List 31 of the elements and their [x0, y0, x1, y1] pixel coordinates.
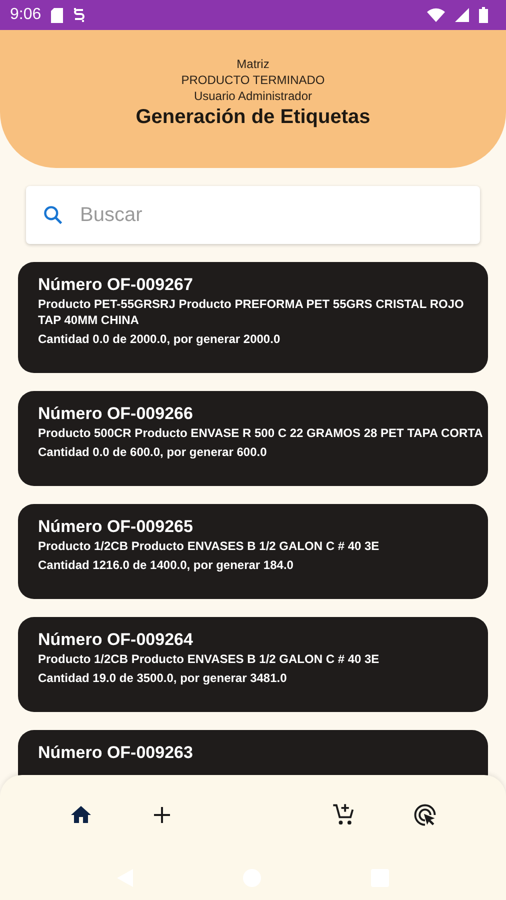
wifi-icon: [427, 8, 445, 22]
order-number: Número OF-009267: [38, 274, 194, 296]
quantity-text: Cantidad 0.0 de 600.0, por generar 600.0: [38, 444, 268, 460]
order-number: Número OF-009265: [38, 516, 194, 538]
order-number: Número OF-009263: [38, 742, 194, 764]
product-text: Producto 500CR Producto ENVASE R 500 C 22 GRAMOS 28 PET TAPA CORTA: [38, 425, 484, 441]
header-line: Matriz: [236, 56, 270, 72]
order-card[interactable]: Número OF-009265 Producto 1/2CB Producto ENVASES B 1/2 GALON C # 40 3E Cantidad 1216.0 de 1400.0, por generar 184.0: [18, 504, 488, 599]
product-text: Producto 1/2CB Producto ENVASES B 1/2 GALON C # 40 3E: [38, 538, 380, 554]
quantity-text: Cantidad 0.0 de 2000.0, por generar 2000.0: [38, 331, 282, 347]
status-time: 9:06: [10, 6, 42, 24]
page-title: Generación de Etiquetas: [136, 106, 370, 129]
search-icon: [42, 204, 64, 226]
signal-icon: [455, 8, 469, 22]
quantity-text: Cantidad 1216.0 de 1400.0, por generar 184.0: [38, 557, 294, 573]
battery-icon: [479, 7, 488, 23]
product-text: Producto 1/2CB Producto ENVASES B 1/2 GALON C # 40 3E: [38, 651, 380, 667]
product-text: Producto PET-55GRSRJ Producto PREFORMA PET 55GRS CRISTAL ROJO TAP 40MM CHINA: [38, 296, 465, 328]
sd-card-icon: [51, 8, 64, 22]
search-field[interactable]: Buscar: [26, 186, 480, 244]
header-line: PRODUCTO TERMINADO: [181, 72, 325, 88]
order-card[interactable]: Número OF-009263: [18, 730, 488, 776]
order-card[interactable]: Número OF-009267 Producto PET-55GRSRJ Producto PREFORMA PET 55GRS CRISTAL ROJO TAP 40MM CHINA Cantidad 0.0 de 2000.0, por generar 2000.0: [18, 262, 488, 373]
header-line: Usuario Administrador: [194, 88, 312, 104]
quantity-text: Cantidad 19.0 de 3500.0, por generar 3481.0: [38, 670, 288, 686]
order-card[interactable]: Número OF-009266 Producto 500CR Producto ENVASE R 500 C 22 GRAMOS 28 PET TAPA CORTA Cantidad 0.0 de 600.0, por generar 600.0: [18, 391, 488, 486]
cursor-click-icon: [412, 802, 438, 828]
order-number: Número OF-009264: [38, 629, 194, 651]
order-number: Número OF-009266: [38, 403, 194, 425]
order-card[interactable]: Número OF-009264 Producto 1/2CB Producto ENVASES B 1/2 GALON C # 40 3E Cantidad 19.0 de 3500.0, por generar 3481.0: [18, 617, 488, 712]
search-field[interactable]: Buscar: [78, 202, 464, 228]
